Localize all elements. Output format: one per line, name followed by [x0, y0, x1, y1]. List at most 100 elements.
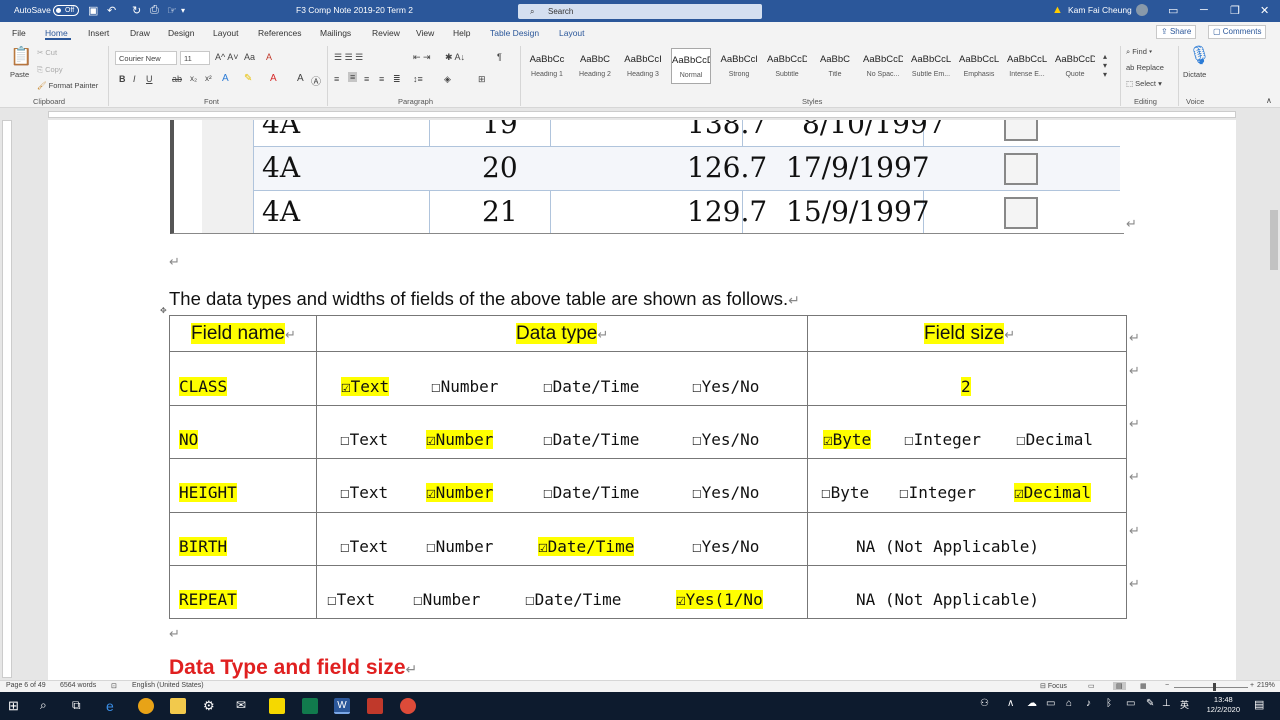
tab-home[interactable]: Home: [45, 28, 68, 38]
user-name[interactable]: Kam Fai Cheung: [1068, 5, 1132, 15]
indent-icon[interactable]: ⇤ ⇥: [413, 52, 431, 63]
dictate-button[interactable]: Dictate: [1183, 70, 1206, 79]
read-mode-icon[interactable]: ▭: [1088, 682, 1095, 690]
style-item[interactable]: AaBbC Heading 2: [575, 48, 615, 84]
tab-review[interactable]: Review: [372, 28, 400, 38]
format-painter-button[interactable]: 🖌 Format Painter: [37, 81, 98, 90]
underline-button[interactable]: U: [146, 74, 153, 84]
vertical-scrollbar[interactable]: [1268, 120, 1280, 678]
close-icon[interactable]: ✕: [1260, 4, 1269, 17]
tab-table-design[interactable]: Table Design: [490, 28, 539, 38]
bullets-icon[interactable]: ☰ ☰ ☰: [334, 52, 363, 63]
tab-file[interactable]: File: [12, 28, 26, 38]
tab-insert[interactable]: Insert: [88, 28, 109, 38]
web-layout-icon[interactable]: ▦: [1140, 682, 1147, 690]
font-color-icon[interactable]: A: [270, 73, 277, 84]
paste-button[interactable]: Paste: [10, 70, 29, 79]
collapse-ribbon-icon[interactable]: ∧: [1266, 96, 1272, 105]
sticky-notes-icon[interactable]: [269, 698, 285, 714]
paste-icon[interactable]: 📋: [10, 46, 32, 67]
grow-font-icon[interactable]: A^ A˅: [215, 52, 239, 62]
style-item[interactable]: AaBbCcD Quote: [1055, 48, 1095, 84]
search-icon[interactable]: ⌕: [40, 698, 56, 714]
style-item[interactable]: AaBbCcl Strong: [719, 48, 759, 84]
tab-view[interactable]: View: [416, 28, 434, 38]
table-move-handle-icon[interactable]: ✥: [160, 306, 167, 315]
tab-design[interactable]: Design: [168, 28, 194, 38]
restore-icon[interactable]: ❐: [1230, 4, 1240, 17]
share-button[interactable]: ⇪ Share: [1156, 25, 1197, 39]
zoom-slider-thumb[interactable]: [1213, 683, 1216, 691]
display-icon[interactable]: ▭: [1046, 698, 1062, 714]
select-button[interactable]: ⬚ Select ▾: [1126, 79, 1162, 88]
volume-icon[interactable]: ♪: [1086, 698, 1102, 714]
tab-table-layout[interactable]: Layout: [559, 28, 585, 38]
page-count[interactable]: Page 6 of 49: [6, 682, 46, 689]
style-item[interactable]: AaBbCcD Subtitle: [767, 48, 807, 84]
focus-button[interactable]: ⊟ Focus: [1040, 682, 1067, 690]
tab-help[interactable]: Help: [453, 28, 470, 38]
replace-button[interactable]: ab Replace: [1126, 63, 1164, 72]
network-icon[interactable]: ⌂: [1066, 698, 1082, 714]
find-button[interactable]: ⌕ Find ▾: [1126, 47, 1152, 57]
superscript-button[interactable]: x²: [205, 74, 212, 83]
character-shading-icon[interactable]: A: [297, 73, 304, 84]
line-spacing-icon[interactable]: ↕≡: [413, 74, 423, 84]
task-view-icon[interactable]: ⧉: [72, 698, 88, 714]
italic-button[interactable]: I: [133, 74, 136, 84]
clear-formatting-icon[interactable]: A: [266, 52, 272, 62]
pdf-reader-icon[interactable]: [367, 698, 383, 714]
proofing-icon[interactable]: ⊡: [111, 682, 117, 690]
vertical-ruler[interactable]: [2, 120, 12, 678]
redo-icon[interactable]: ↻: [132, 4, 141, 17]
bluetooth-icon[interactable]: ᛒ: [1106, 698, 1122, 714]
strikethrough-button[interactable]: ab: [172, 74, 182, 84]
zoom-level[interactable]: 219%: [1257, 682, 1275, 689]
style-item[interactable]: AaBbCcI Heading 3: [623, 48, 663, 84]
justify-icon[interactable]: ≡: [379, 74, 384, 84]
style-item[interactable]: AaBbCcL Subtle Em...: [911, 48, 951, 84]
styles-scroll-icon[interactable]: ▴ ▾ ▾: [1103, 52, 1107, 79]
comments-button[interactable]: ▢ Comments: [1208, 25, 1267, 39]
chrome-profile-icon[interactable]: [400, 698, 416, 714]
print-icon[interactable]: ⎙: [150, 4, 159, 17]
style-item[interactable]: AaBbCc Heading 1: [527, 48, 567, 84]
settings-icon[interactable]: ⚙: [203, 698, 219, 714]
avatar[interactable]: [1136, 4, 1148, 16]
location-icon[interactable]: ⊥: [1162, 698, 1178, 714]
bold-button[interactable]: B: [119, 74, 126, 84]
undo-icon[interactable]: ↶: [107, 4, 116, 17]
battery-icon[interactable]: ▭: [1126, 698, 1142, 714]
distributed-icon[interactable]: ≣: [393, 74, 401, 85]
borders-icon[interactable]: ⊞: [478, 74, 486, 85]
highlight-color-icon[interactable]: ✎: [244, 73, 252, 84]
microphone-icon[interactable]: 🎙: [1188, 45, 1211, 66]
onedrive-icon[interactable]: ☁: [1027, 698, 1043, 714]
app-icon[interactable]: [302, 698, 318, 714]
touch-mode-icon[interactable]: ☞: [167, 4, 177, 17]
align-left-icon[interactable]: ≡: [334, 74, 339, 84]
pen-icon[interactable]: ✎: [1146, 698, 1162, 714]
cut-button[interactable]: ✂ Cut: [37, 48, 57, 57]
tab-references[interactable]: References: [258, 28, 301, 38]
people-icon[interactable]: ⚇: [980, 698, 996, 714]
horizontal-ruler[interactable]: [48, 111, 1236, 118]
align-right-icon[interactable]: ≡: [364, 74, 369, 84]
minimize-icon[interactable]: ─: [1200, 4, 1208, 16]
zoom-out-icon[interactable]: −: [1165, 682, 1169, 689]
enclose-characters-icon[interactable]: Ⓐ: [311, 73, 321, 88]
autosave-toggle[interactable]: Off: [53, 5, 79, 16]
style-item[interactable]: AaBbCcD Normal: [671, 48, 711, 84]
sort-icon[interactable]: ✱ A↓: [445, 52, 465, 63]
scrollbar-thumb[interactable]: [1270, 210, 1278, 270]
word-count[interactable]: 6564 words: [60, 682, 96, 689]
align-center-icon[interactable]: ≡: [348, 72, 358, 82]
zoom-in-icon[interactable]: +: [1250, 682, 1254, 689]
text-effects-icon[interactable]: A: [222, 73, 229, 84]
chrome-icon[interactable]: [138, 698, 154, 714]
ribbon-display-icon[interactable]: ▭: [1168, 4, 1178, 17]
word-icon[interactable]: W: [334, 698, 350, 714]
style-item[interactable]: AaBbCcL Emphasis: [959, 48, 999, 84]
font-size-select[interactable]: 11: [180, 51, 210, 65]
file-explorer-icon[interactable]: [170, 698, 186, 714]
